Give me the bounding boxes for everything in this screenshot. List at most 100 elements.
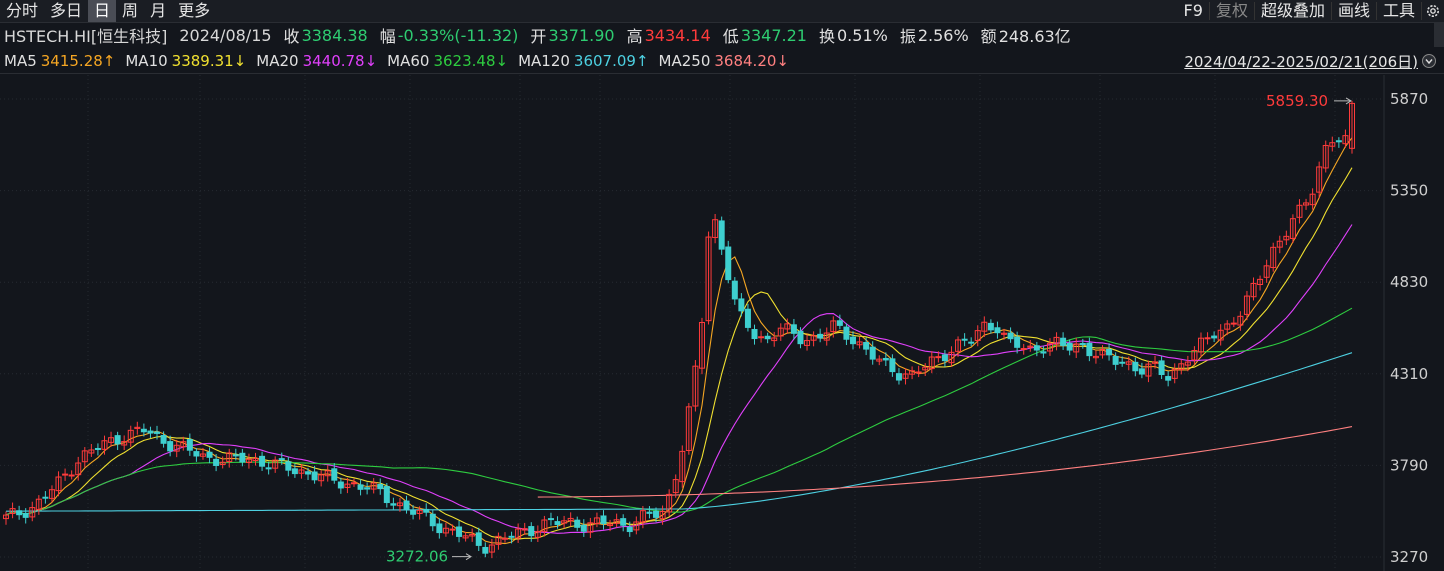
candle-body	[574, 519, 581, 528]
candle-body	[147, 430, 154, 434]
tool-button-4[interactable]: 工具	[1377, 0, 1421, 22]
candle-body	[377, 484, 384, 490]
candle-body	[1335, 140, 1342, 143]
ma-name: MA5	[4, 52, 37, 70]
tab-1[interactable]: 多日	[44, 0, 88, 22]
tool-button-1[interactable]: 复权	[1210, 0, 1254, 22]
tab-0[interactable]: 分时	[0, 0, 44, 22]
candle-body	[849, 336, 856, 345]
candle-body	[1106, 348, 1113, 356]
candle-body	[94, 447, 101, 450]
tool-buttons: F9 复权 超级叠加 画线 工具	[1178, 0, 1444, 22]
candle-body	[305, 471, 312, 475]
ma-value: 3684.20↓	[714, 52, 789, 70]
candle-body	[239, 452, 246, 463]
candle-body	[869, 346, 876, 360]
amount-label: 额	[980, 27, 997, 46]
candle-body	[502, 537, 509, 540]
candle-body	[311, 471, 318, 481]
ma-name: MA10	[125, 52, 168, 70]
info-scroll-handle[interactable]	[1434, 23, 1444, 47]
candle-body	[1040, 351, 1047, 354]
candle-body	[528, 526, 535, 537]
candle-body	[456, 526, 463, 537]
ma-item-ma20: MA20 3440.78↓	[256, 52, 377, 70]
candle-body	[429, 513, 436, 527]
candle-body	[1014, 336, 1021, 348]
candle-body	[390, 503, 397, 506]
chevron-down-icon[interactable]	[1422, 54, 1436, 68]
candle-body	[1079, 343, 1086, 346]
candle-body	[725, 246, 732, 281]
candle-body	[738, 298, 745, 312]
ma-item-ma10: MA10 3389.31↓	[125, 52, 246, 70]
candle-body	[140, 428, 147, 433]
candle-body	[259, 455, 266, 467]
candle-body	[1230, 322, 1237, 325]
candle-body	[1165, 376, 1172, 381]
candle-body	[1138, 368, 1145, 375]
candle-body	[915, 371, 922, 374]
change-value: -0.33%(-11.32)	[397, 25, 519, 45]
candle-body	[350, 482, 357, 485]
candle-body	[42, 496, 49, 499]
ma-item-ma120: MA120 3607.09↑	[518, 52, 648, 70]
candle-body	[232, 454, 239, 457]
candle-body	[449, 528, 456, 531]
candle-body	[475, 532, 482, 546]
y-axis-tick-label: 3270	[1390, 548, 1428, 566]
symbol-name: HSTECH.HI[恒生科技]	[4, 27, 168, 46]
candle-body	[751, 329, 758, 340]
y-axis-tick-label: 4310	[1390, 365, 1428, 383]
candle-body	[278, 458, 285, 461]
candle-body	[1033, 345, 1040, 351]
candle-body	[718, 220, 725, 250]
gear-icon[interactable]	[1422, 0, 1444, 22]
candle-body	[817, 333, 824, 339]
candle-body	[364, 487, 371, 490]
tab-3[interactable]: 周	[116, 0, 144, 22]
tool-button-3[interactable]: 画线	[1332, 0, 1376, 22]
tool-button-0[interactable]: F9	[1178, 0, 1209, 22]
candle-body	[1204, 337, 1211, 340]
candle-body	[16, 510, 23, 516]
candle-body	[1066, 342, 1073, 351]
kline-chart[interactable]: 5870 5350 4830 4310 3790 3270 5859.30 3272.06	[0, 75, 1444, 571]
candle-body	[186, 439, 193, 451]
ma-name: MA60	[387, 52, 430, 70]
tab-2[interactable]: 日	[88, 0, 117, 22]
tool-button-2[interactable]: 超级叠加	[1255, 0, 1331, 22]
amount-value: 248.63亿	[998, 27, 1071, 46]
high-value: 3434.14	[644, 25, 711, 45]
y-axis-tick-label: 3790	[1390, 456, 1428, 474]
y-axis-tick-label: 5350	[1390, 182, 1428, 200]
tab-5[interactable]: 更多	[172, 0, 216, 22]
candle-body	[889, 358, 896, 373]
ma20-line	[5, 224, 1353, 534]
candle-body	[935, 356, 942, 359]
candle-body	[843, 326, 850, 340]
candle-body	[337, 481, 344, 489]
candle-body	[797, 330, 804, 345]
high-label: 高	[626, 27, 643, 46]
ma-value: 3607.09↑	[573, 52, 649, 70]
quote-info-bar: HSTECH.HI[恒生科技] 2024/08/15 收 3384.38 幅 -0.…	[0, 23, 1444, 47]
turnover-label: 换	[818, 27, 835, 46]
candle-body	[863, 342, 870, 350]
ma60-line	[5, 307, 1353, 516]
ma-item-ma250: MA250 3684.20↓	[659, 52, 789, 70]
candle-body	[646, 511, 653, 514]
candle-body	[213, 458, 220, 466]
candle-body	[383, 486, 390, 504]
ma-name: MA20	[256, 52, 299, 70]
candle-body	[961, 338, 968, 341]
candle-body	[154, 431, 161, 434]
candle-body	[758, 336, 765, 339]
candle-body	[1086, 342, 1093, 357]
candle-body	[1211, 335, 1218, 339]
date-range-selector[interactable]: 2024/04/22-2025/02/21(206日)	[1184, 51, 1418, 72]
candle-body	[744, 308, 751, 328]
tab-4[interactable]: 月	[144, 0, 172, 22]
candle-body	[410, 510, 417, 515]
candle-body	[357, 484, 364, 490]
